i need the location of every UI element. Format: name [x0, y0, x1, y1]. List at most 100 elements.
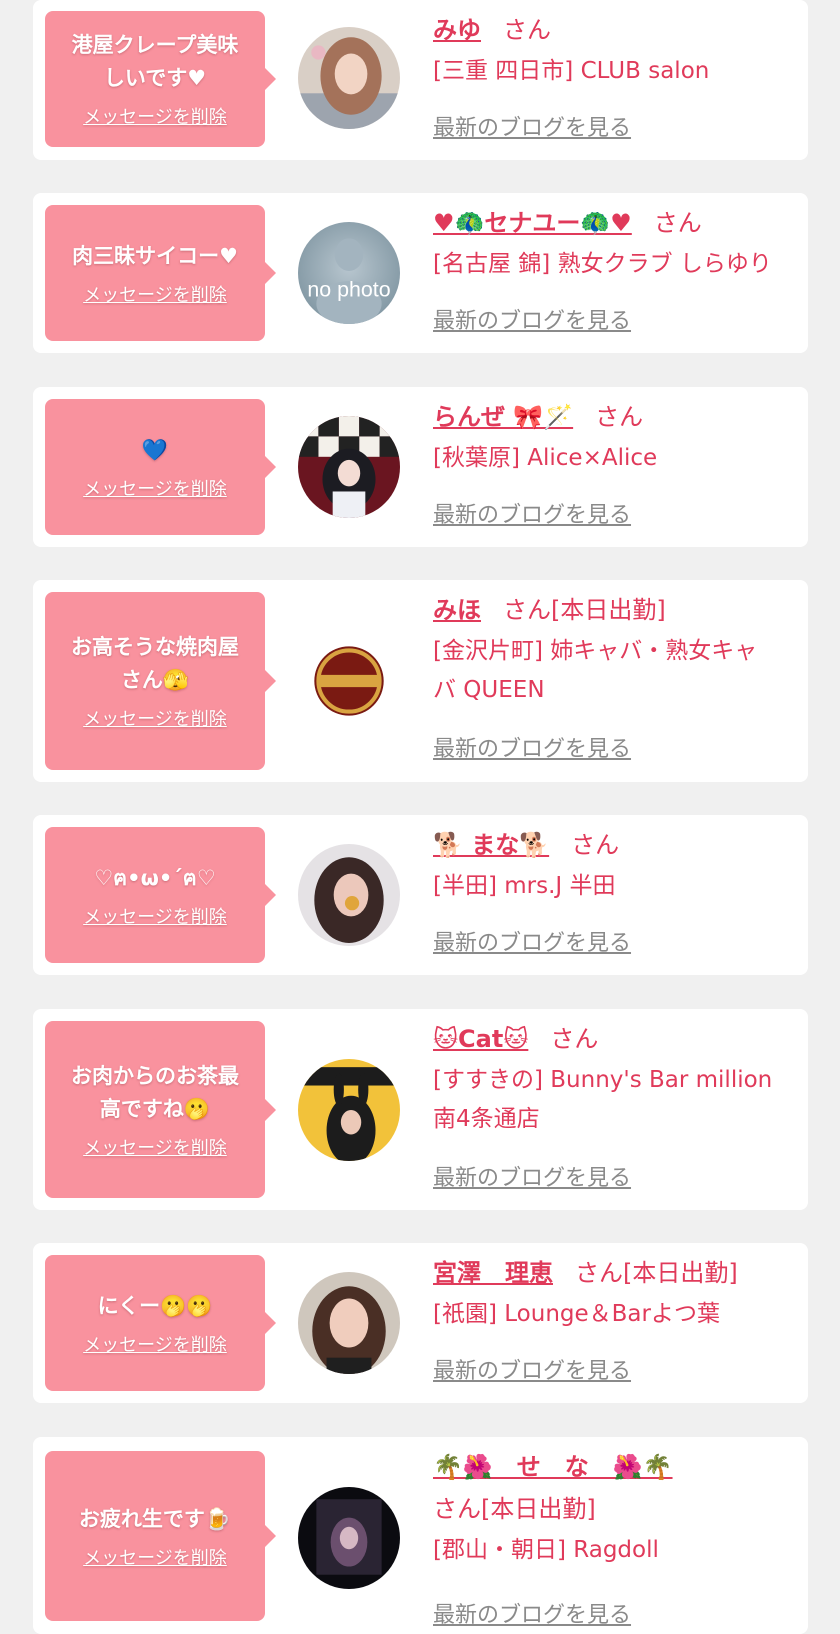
shop-line: [祇園] Lounge＆Barよつ葉: [433, 1301, 720, 1327]
message-text: 💙: [142, 434, 168, 467]
shop-name: [半田] mrs.J 半田: [433, 867, 798, 906]
delete-message-link[interactable]: メッセージを削除: [83, 103, 227, 129]
shop-line: [名古屋 錦] 熟女クラブ しらゆり: [433, 251, 772, 277]
shop-name: [名古屋 錦] 熟女クラブ しらゆり: [433, 245, 798, 284]
avatar[interactable]: [298, 1059, 400, 1161]
message-line: お疲れ生です🍺: [78, 1506, 232, 1531]
attendance-label: [本日出勤]: [481, 1495, 596, 1523]
avatar[interactable]: no photo: [298, 222, 400, 324]
name-line: らんぜ 🎀🪄 さん: [433, 399, 798, 435]
delete-message-link[interactable]: メッセージを削除: [83, 475, 227, 501]
message-line: お高そうな焼肉屋: [71, 635, 239, 659]
name-line: みほ さん[本日出勤]: [433, 592, 798, 628]
cast-name-link[interactable]: ♥🦚セナユー🦚♥: [433, 209, 632, 237]
latest-blog-link[interactable]: 最新のブログを見る: [433, 1597, 631, 1629]
name-line: 宮澤 理恵 さん[本日出勤]: [433, 1255, 798, 1291]
name-line: 🐱Cat🐱 さん: [433, 1021, 798, 1057]
message-line: しいです♥: [103, 66, 207, 90]
latest-blog-link[interactable]: 最新のブログを見る: [433, 497, 631, 529]
info-block: らんぜ 🎀🪄 さん [秋葉原] Alice×Alice 最新のブログを見る: [433, 399, 798, 539]
cast-name-link[interactable]: みほ: [433, 596, 481, 624]
name-line: ♥🦚セナユー🦚♥ さん: [433, 205, 798, 241]
message-line: お肉からのお茶最: [71, 1063, 239, 1088]
san-label: さん: [433, 1495, 481, 1523]
message-bubble: 💙 メッセージを削除: [45, 399, 276, 535]
latest-blog-link[interactable]: 最新のブログを見る: [433, 925, 631, 957]
avatar[interactable]: [298, 27, 400, 129]
message-line: にくー🫢🫢: [97, 1293, 213, 1318]
san-label: さん: [575, 1259, 623, 1287]
message-text: お肉からのお茶最 高ですね🫢: [71, 1060, 239, 1126]
cast-name-link[interactable]: 🐱Cat🐱: [433, 1025, 528, 1053]
message-bubble: 港屋クレープ美味 しいです♥ メッセージを削除: [45, 11, 276, 147]
delete-message-link[interactable]: メッセージを削除: [83, 1544, 227, 1570]
attendance-label: [本日出勤]: [551, 596, 666, 624]
shop-name: [すすきの] Bunny's Bar million 南4条通店: [433, 1061, 798, 1139]
message-line: さん🫣: [120, 668, 190, 692]
cast-name-link[interactable]: 🌴🌺 せ な 🌺🌴: [433, 1453, 673, 1481]
message-line: 高ですね🫢: [99, 1096, 211, 1121]
delete-message-link[interactable]: メッセージを削除: [83, 1331, 227, 1357]
info-block: ♥🦚セナユー🦚♥ さん [名古屋 錦] 熟女クラブ しらゆり 最新のブログを見る: [433, 205, 798, 345]
message-text: お疲れ生です🍺: [79, 1503, 231, 1536]
delete-message-link[interactable]: メッセージを削除: [83, 705, 227, 731]
message-text: ♡ฅ•ω•´ฅ♡: [94, 862, 215, 895]
cast-name-link[interactable]: らんぜ 🎀🪄: [433, 403, 573, 431]
message-line: ♡ฅ•ω•´ฅ♡: [94, 865, 216, 890]
info-block: 🐕 まな🐕 さん [半田] mrs.J 半田 最新のブログを見る: [433, 827, 798, 967]
san-label: さん: [503, 16, 551, 44]
message-card: にくー🫢🫢 メッセージを削除 宮澤 理恵 さん[本日出勤] [祇園] Lounge…: [33, 1243, 808, 1403]
latest-blog-link[interactable]: 最新のブログを見る: [433, 1353, 631, 1385]
info-block: みほ さん[本日出勤] [金沢片町] 姉キャバ・熟女キャ バ QUEEN 最新のブ…: [433, 592, 798, 776]
delete-message-link[interactable]: メッセージを削除: [83, 1134, 227, 1160]
no-photo-text: no photo: [307, 277, 390, 301]
message-bubble: 肉三昧サイコー♥ メッセージを削除: [45, 205, 276, 341]
name-line: 🐕 まな🐕 さん: [433, 827, 798, 863]
avatar[interactable]: [298, 1487, 400, 1589]
cast-name-link[interactable]: 宮澤 理恵: [433, 1259, 553, 1287]
shop-line: バ QUEEN: [433, 677, 545, 703]
name-line: 🌴🌺 せ な 🌺🌴: [433, 1449, 798, 1485]
shop-name: [郡山・朝日] Ragdoll: [433, 1531, 798, 1570]
shop-name: [秋葉原] Alice×Alice: [433, 439, 798, 478]
shop-name: [祇園] Lounge＆Barよつ葉: [433, 1295, 798, 1334]
shop-line: [郡山・朝日] Ragdoll: [433, 1537, 659, 1563]
message-card: 港屋クレープ美味 しいです♥ メッセージを削除 みゆ さん [三重 四日市] CL…: [33, 0, 808, 160]
san-label: さん: [550, 1025, 599, 1053]
delete-message-link[interactable]: メッセージを削除: [83, 281, 227, 307]
san-label: さん: [595, 403, 644, 431]
delete-message-link[interactable]: メッセージを削除: [83, 903, 227, 929]
san-label: さん: [503, 596, 551, 624]
shop-line: [金沢片町] 姉キャバ・熟女キャ: [433, 638, 758, 664]
message-card: お疲れ生です🍺 メッセージを削除 🌴🌺 せ な 🌺🌴 さん[本日出勤] [郡山・…: [33, 1437, 808, 1634]
message-bubble: お疲れ生です🍺 メッセージを削除: [45, 1451, 276, 1621]
message-line: 💙: [141, 437, 169, 462]
san-label: さん: [653, 209, 702, 237]
message-card: お高そうな焼肉屋 さん🫣 メッセージを削除 みほ さん[本日出勤] [金沢片町] …: [33, 580, 808, 782]
name-line: みゆ さん: [433, 12, 798, 48]
avatar[interactable]: [298, 1272, 400, 1374]
info-block: 宮澤 理恵 さん[本日出勤] [祇園] Lounge＆Barよつ葉 最新のブログを…: [433, 1255, 798, 1395]
message-card: 💙 メッセージを削除 らんぜ 🎀🪄 さん [秋葉原] Alice×Alice 最新…: [33, 387, 808, 547]
message-card: お肉からのお茶最 高ですね🫢 メッセージを削除 🐱Cat🐱 さん [すすきの] B…: [33, 1009, 808, 1210]
cast-name-link[interactable]: みゆ: [433, 16, 481, 44]
avatar[interactable]: [298, 630, 400, 732]
message-line: 肉三昧サイコー♥: [72, 243, 238, 268]
avatar[interactable]: [298, 416, 400, 518]
message-bubble: にくー🫢🫢 メッセージを削除: [45, 1255, 276, 1391]
latest-blog-link[interactable]: 最新のブログを見る: [433, 110, 631, 142]
message-card: 肉三昧サイコー♥ メッセージを削除 no photo ♥🦚セナユー🦚♥ さん [名…: [33, 193, 808, 353]
info-block: 🌴🌺 せ な 🌺🌴 さん[本日出勤] [郡山・朝日] Ragdoll 最新のブロ…: [433, 1449, 798, 1629]
latest-blog-link[interactable]: 最新のブログを見る: [433, 303, 631, 335]
avatar[interactable]: [298, 844, 400, 946]
shop-name: [三重 四日市] CLUB salon: [433, 52, 798, 91]
message-text: 港屋クレープ美味 しいです♥: [72, 29, 239, 95]
latest-blog-link[interactable]: 最新のブログを見る: [433, 1160, 631, 1192]
message-card: ♡ฅ•ω•´ฅ♡ メッセージを削除 🐕 まな🐕 さん [半田] mrs.J 半田 …: [33, 815, 808, 975]
cast-name-link[interactable]: 🐕 まな🐕: [433, 831, 549, 859]
message-text: にくー🫢🫢: [98, 1290, 213, 1323]
latest-blog-link[interactable]: 最新のブログを見る: [433, 731, 631, 763]
shop-line: [すすきの] Bunny's Bar million: [433, 1067, 773, 1093]
message-text: お高そうな焼肉屋 さん🫣: [71, 631, 239, 697]
shop-line: 南4条通店: [433, 1106, 540, 1132]
